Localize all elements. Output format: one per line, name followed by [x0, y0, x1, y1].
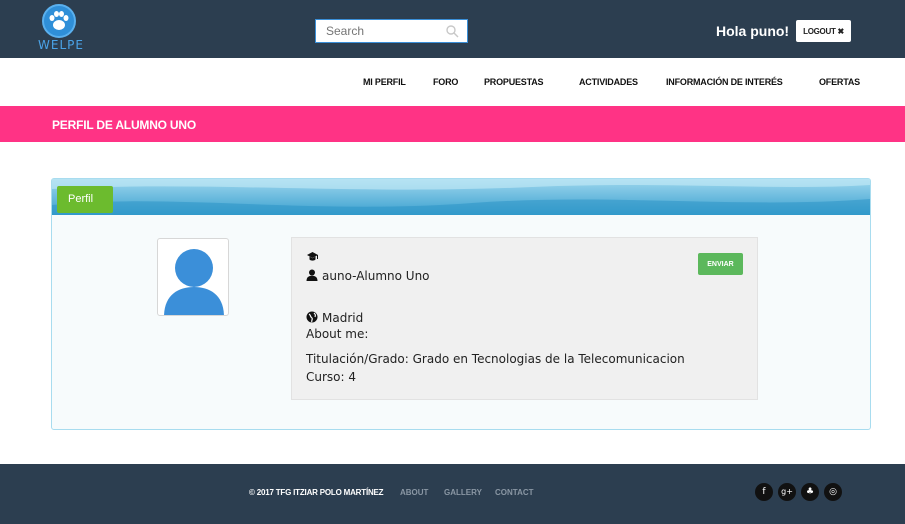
username-text: auno-Alumno Uno [322, 269, 430, 283]
nav-propuestas[interactable]: PROPUESTAS [484, 77, 544, 87]
welpe-logo[interactable]: WELPE [38, 4, 86, 56]
wave-banner [52, 179, 870, 215]
copyright-text: © 2017 TFG ITZIAR POLO MARTÍNEZ [249, 488, 384, 497]
graduation-cap-icon [307, 252, 318, 261]
search-icon[interactable] [445, 24, 459, 38]
footer: © 2017 TFG ITZIAR POLO MARTÍNEZ ABOUT GA… [0, 464, 905, 524]
twitter-icon[interactable]: ♣ [801, 483, 819, 501]
nav-informacion[interactable]: INFORMACIÓN DE INTERÉS [666, 77, 783, 87]
degree-text: Titulación/Grado: Grado en Tecnologias d… [306, 352, 685, 366]
course-text: Curso: 4 [306, 370, 357, 384]
card-header: Perfil [52, 179, 870, 215]
top-header: WELPE Hola puno! LOGOUT ✖ [0, 0, 905, 58]
about-me-label: About me: [306, 327, 369, 341]
dribbble-icon[interactable]: ◎ [824, 483, 842, 501]
main-nav: MI PERFIL FORO PROPUESTAS ACTIVIDADES IN… [0, 58, 905, 106]
search-input[interactable] [316, 20, 444, 42]
paw-icon [42, 4, 76, 38]
location-text: Madrid [322, 311, 364, 325]
page-title: PERFIL DE ALUMNO UNO [52, 118, 197, 132]
send-button[interactable]: ENVIAR [698, 253, 743, 275]
footer-link-gallery[interactable]: GALLERY [444, 488, 482, 497]
nav-foro[interactable]: FORO [433, 77, 458, 87]
nav-mi-perfil[interactable]: MI PERFIL [363, 77, 406, 87]
user-icon [306, 269, 318, 281]
globe-icon [306, 311, 318, 323]
footer-link-contact[interactable]: CONTACT [495, 488, 534, 497]
logout-button[interactable]: LOGOUT ✖ [796, 20, 851, 42]
search-box [315, 19, 468, 43]
profile-card: Perfil auno-Alumno Uno Madrid About me: … [51, 178, 871, 430]
user-avatar-icon [164, 249, 224, 315]
facebook-icon[interactable]: f [755, 483, 773, 501]
logo-text: WELPE [38, 38, 84, 52]
page-title-bar: PERFIL DE ALUMNO UNO [0, 106, 905, 142]
nav-ofertas[interactable]: OFERTAS [819, 77, 860, 87]
profile-info-panel: auno-Alumno Uno Madrid About me: Titulac… [291, 237, 758, 400]
footer-link-about[interactable]: ABOUT [400, 488, 428, 497]
tab-perfil[interactable]: Perfil [57, 186, 113, 213]
google-plus-icon[interactable]: g+ [778, 483, 796, 501]
nav-actividades[interactable]: ACTIVIDADES [579, 77, 638, 87]
avatar [157, 238, 229, 316]
greeting-text: Hola puno! [716, 23, 790, 39]
